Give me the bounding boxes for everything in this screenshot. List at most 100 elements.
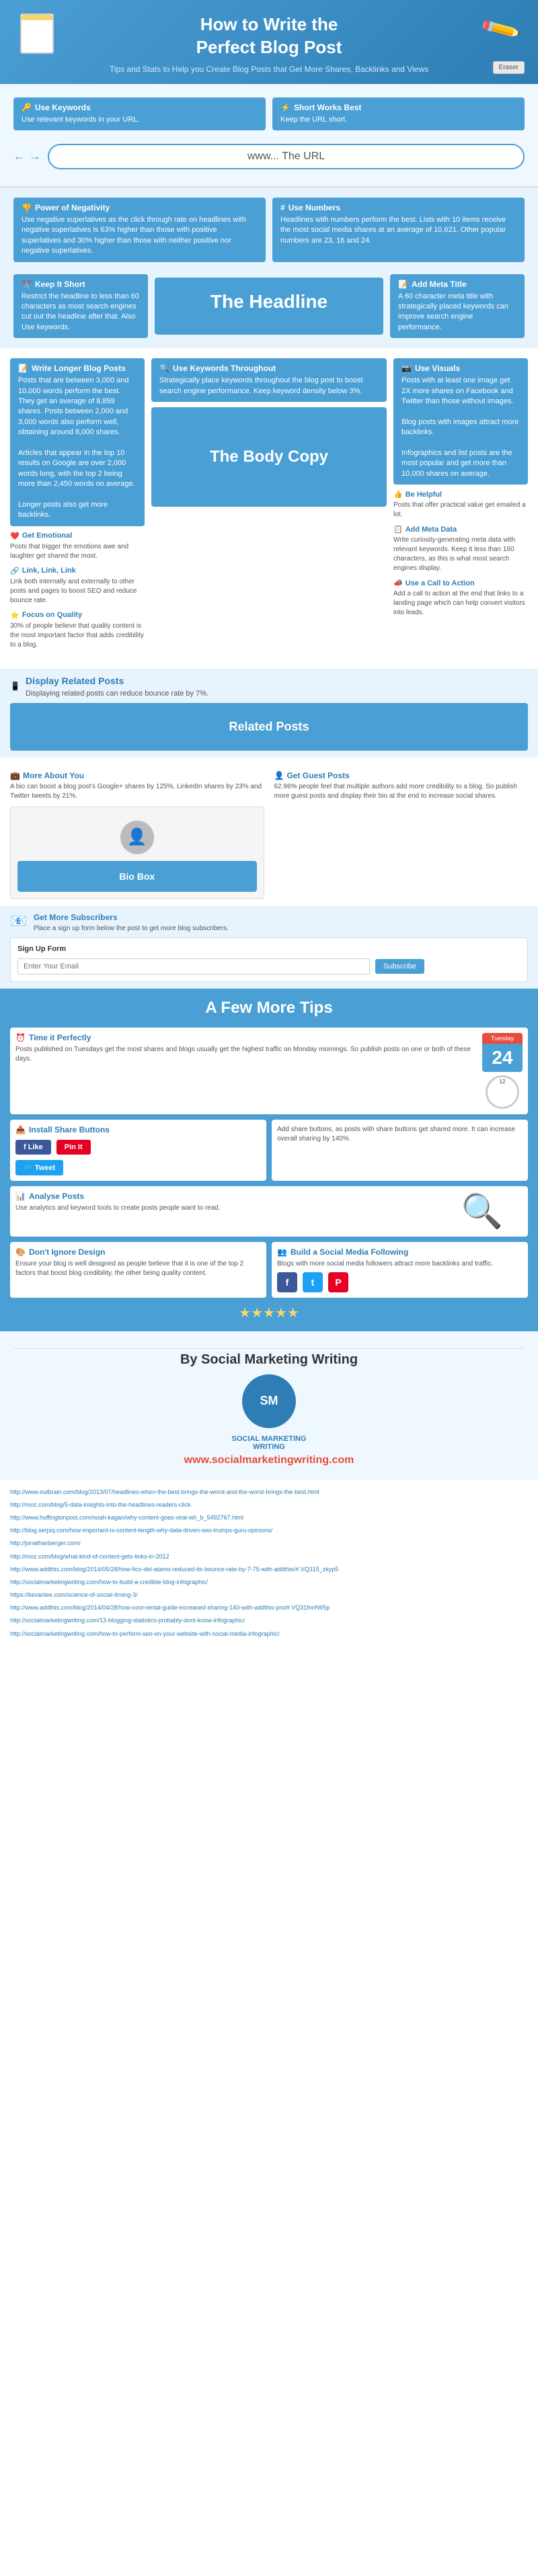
write-longer-body: Posts that are between 3,000 and 10,000 … — [18, 376, 137, 520]
sm-name: SOCIAL MARKETING WRITING — [13, 1435, 525, 1451]
link-item[interactable]: http://www.addthis.com/blog/2014/04/28/h… — [10, 1602, 528, 1613]
link-item[interactable]: http://blog.serpiq.com/how-important-is-… — [10, 1525, 528, 1536]
thumbsdown-icon: 👎 — [22, 203, 32, 212]
sm-logo: SM — [242, 1374, 296, 1428]
magnifier-icon: 🔍 — [461, 1192, 503, 1231]
signup-section: 📧 Get More Subscribers Place a sign up f… — [0, 906, 538, 989]
headline-middle-row: ✂️ Keep It Short Restrict the headline t… — [13, 271, 525, 342]
pinterest-icon[interactable]: P — [328, 1272, 348, 1292]
bio-box: 👤 Bio Box — [10, 806, 264, 899]
add-meta-title-title: 📝 Add Meta Title — [398, 280, 516, 289]
link-item[interactable]: http://moz.com/blog/what-kind-of-content… — [10, 1551, 528, 1562]
pinterest-button[interactable]: Pin It — [56, 1140, 91, 1155]
back-arrow[interactable]: ← — [13, 149, 26, 163]
briefcase-icon: 💼 — [10, 771, 20, 780]
related-posts-title: Display Related Posts — [26, 675, 208, 686]
avatar: 👤 — [120, 821, 154, 854]
link-item[interactable]: http://www.outbrain.com/blog/2013/07/hea… — [10, 1487, 528, 1497]
use-keywords-throughout-box: 🔍 Use Keywords Throughout Strategically … — [151, 358, 387, 402]
twitter-icon[interactable]: t — [303, 1272, 323, 1292]
subscribe-button[interactable]: Subscribe — [375, 959, 424, 974]
forward-arrow[interactable]: → — [29, 149, 41, 163]
headline-top-row: 👎 Power of Negativity Use negative super… — [13, 194, 525, 265]
focus-quality-item: ⭐ Focus on Quality 30% of people believe… — [10, 611, 145, 650]
url-bar[interactable]: www... The URL — [48, 144, 525, 169]
link-item[interactable]: http://socialmarketingwriting.com/13-blo… — [10, 1615, 528, 1626]
use-keywords-throughout-body: Strategically place keywords throughout … — [159, 376, 379, 397]
link-item[interactable]: http://www.addthis.com/blog/2014/05/28/h… — [10, 1564, 528, 1575]
sm-url[interactable]: www.socialmarketingwriting.com — [13, 1454, 525, 1466]
signup-title: Get More Subscribers — [34, 913, 528, 922]
share-tip-text: Add share buttons, as posts with share b… — [272, 1120, 528, 1181]
more-about-body: A bio can boost a blog post's Google+ sh… — [10, 782, 264, 801]
focus-quality-body: 30% of people believe that quality conte… — [10, 622, 145, 650]
design-item: 🎨 Don't Ignore Design Ensure your blog i… — [10, 1242, 266, 1298]
email-icon: 📧 — [10, 913, 27, 929]
short-works-title: ⚡ Short Works Best — [280, 103, 516, 112]
analyse-title: 📊 Analyse Posts — [15, 1192, 435, 1201]
email-input[interactable] — [17, 958, 370, 974]
time-tip-item: ⏰ Time it Perfectly Posts published on T… — [10, 1028, 528, 1114]
short-works-box: ⚡ Short Works Best Keep the URL short. — [272, 97, 525, 130]
people-icon: 👥 — [277, 1247, 287, 1257]
short-icon: ⚡ — [280, 103, 291, 112]
clock-icon-visual — [486, 1075, 519, 1109]
share-buttons-item: 📤 Install Share Buttons f Like Pin It 🐦 … — [10, 1120, 266, 1181]
eraser-button[interactable]: Eraser — [493, 61, 525, 74]
link-item[interactable]: http://jonathanberger.com/ — [10, 1538, 528, 1548]
palette-icon: 🎨 — [15, 1247, 26, 1257]
share-buttons-title: 📤 Install Share Buttons — [15, 1125, 261, 1134]
tips-title: A Few More Tips — [10, 999, 528, 1017]
page-header: How to Write the Perfect Blog Post Tips … — [0, 0, 538, 84]
link-link-link-body: Link both internally and externally to o… — [10, 577, 145, 606]
links-section: http://www.outbrain.com/blog/2013/07/hea… — [0, 1480, 538, 1648]
social-title: 👥 Build a Social Media Following — [277, 1247, 523, 1257]
page-title: How to Write the Perfect Blog Post — [7, 13, 531, 59]
link-item[interactable]: https://kevanlee.com/science-of-social-t… — [10, 1589, 528, 1600]
be-helpful-title: 👍 Be Helpful — [393, 490, 528, 499]
url-section: 🔑 Use Keywords Use relevant keywords in … — [0, 84, 538, 188]
user-icon: 👤 — [274, 771, 284, 780]
notebook-icon — [20, 13, 54, 54]
time-left: ⏰ Time it Perfectly Posts published on T… — [15, 1033, 475, 1064]
guest-posts-item: 👤 Get Guest Posts 62.96% people feel tha… — [274, 771, 529, 801]
link-item[interactable]: http://www.huffingtonpost.com/noah-kagan… — [10, 1512, 528, 1523]
guest-posts-body: 62.96% people feel that multiple authors… — [274, 782, 529, 801]
be-helpful-body: Posts that offer practical value get ema… — [393, 501, 528, 520]
link-item[interactable]: http://moz.com/blog/5-data-insights-into… — [10, 1499, 528, 1510]
facebook-icon[interactable]: f — [277, 1272, 297, 1292]
tweet-button[interactable]: 🐦 Tweet — [15, 1160, 63, 1175]
analyse-right: 🔍 — [442, 1192, 523, 1231]
page-subtitle: Tips and Stats to Help you Create Blog P… — [7, 65, 531, 74]
body-display: The Body Copy — [151, 407, 387, 507]
time-title: ⏰ Time it Perfectly — [15, 1033, 475, 1042]
design-body: Ensure your blog is well designed as peo… — [15, 1259, 261, 1278]
facebook-button[interactable]: f Like — [15, 1140, 51, 1155]
write-longer-title: 📝 Write Longer Blog Posts — [18, 364, 137, 373]
tweet-button-row: 🐦 Tweet — [15, 1160, 261, 1175]
calendar-number: 24 — [482, 1044, 523, 1072]
link-item[interactable]: http://socialmarketingwriting.com/how-to… — [10, 1628, 528, 1639]
add-meta-title-box: 📝 Add Meta Title A 60 character meta tit… — [390, 274, 525, 339]
use-visuals-box: 📷 Use Visuals Posts with at least one im… — [393, 358, 528, 485]
share-buttons-group: f Like Pin It — [15, 1140, 261, 1155]
headline-display: The Headline — [155, 278, 383, 335]
related-posts-header: 📱 Display Related Posts Displaying relat… — [10, 675, 528, 698]
short-works-body: Keep the URL short. — [280, 115, 516, 125]
focus-quality-title: ⭐ Focus on Quality — [10, 611, 145, 620]
link-item[interactable]: http://socialmarketingwriting.com/how-to… — [10, 1577, 528, 1587]
url-tips-row: 🔑 Use Keywords Use relevant keywords in … — [13, 94, 525, 134]
thumbsup-icon: 👍 — [393, 490, 403, 499]
design-social-grid: 🎨 Don't Ignore Design Ensure your blog i… — [10, 1242, 528, 1298]
body-layout: 📝 Write Longer Blog Posts Posts that are… — [0, 355, 538, 655]
link-link-link-item: 🔗 Link, Link, Link Link both internally … — [10, 567, 145, 606]
keep-short-body: Restrict the headline to less than 60 ch… — [22, 292, 140, 333]
use-keywords-title: 🔑 Use Keywords — [22, 103, 258, 112]
add-meta-data-title: 📋 Add Meta Data — [393, 525, 528, 534]
footer-divider — [13, 1348, 525, 1349]
bio-section: 💼 More About You A bio can boost a blog … — [0, 764, 538, 906]
social-body: Blogs with more social media followers a… — [277, 1259, 523, 1269]
body-right-column: 📷 Use Visuals Posts with at least one im… — [393, 355, 528, 655]
use-cta-item: 📣 Use a Call to Action Add a call to act… — [393, 579, 528, 618]
body-left-column: 📝 Write Longer Blog Posts Posts that are… — [10, 355, 145, 655]
